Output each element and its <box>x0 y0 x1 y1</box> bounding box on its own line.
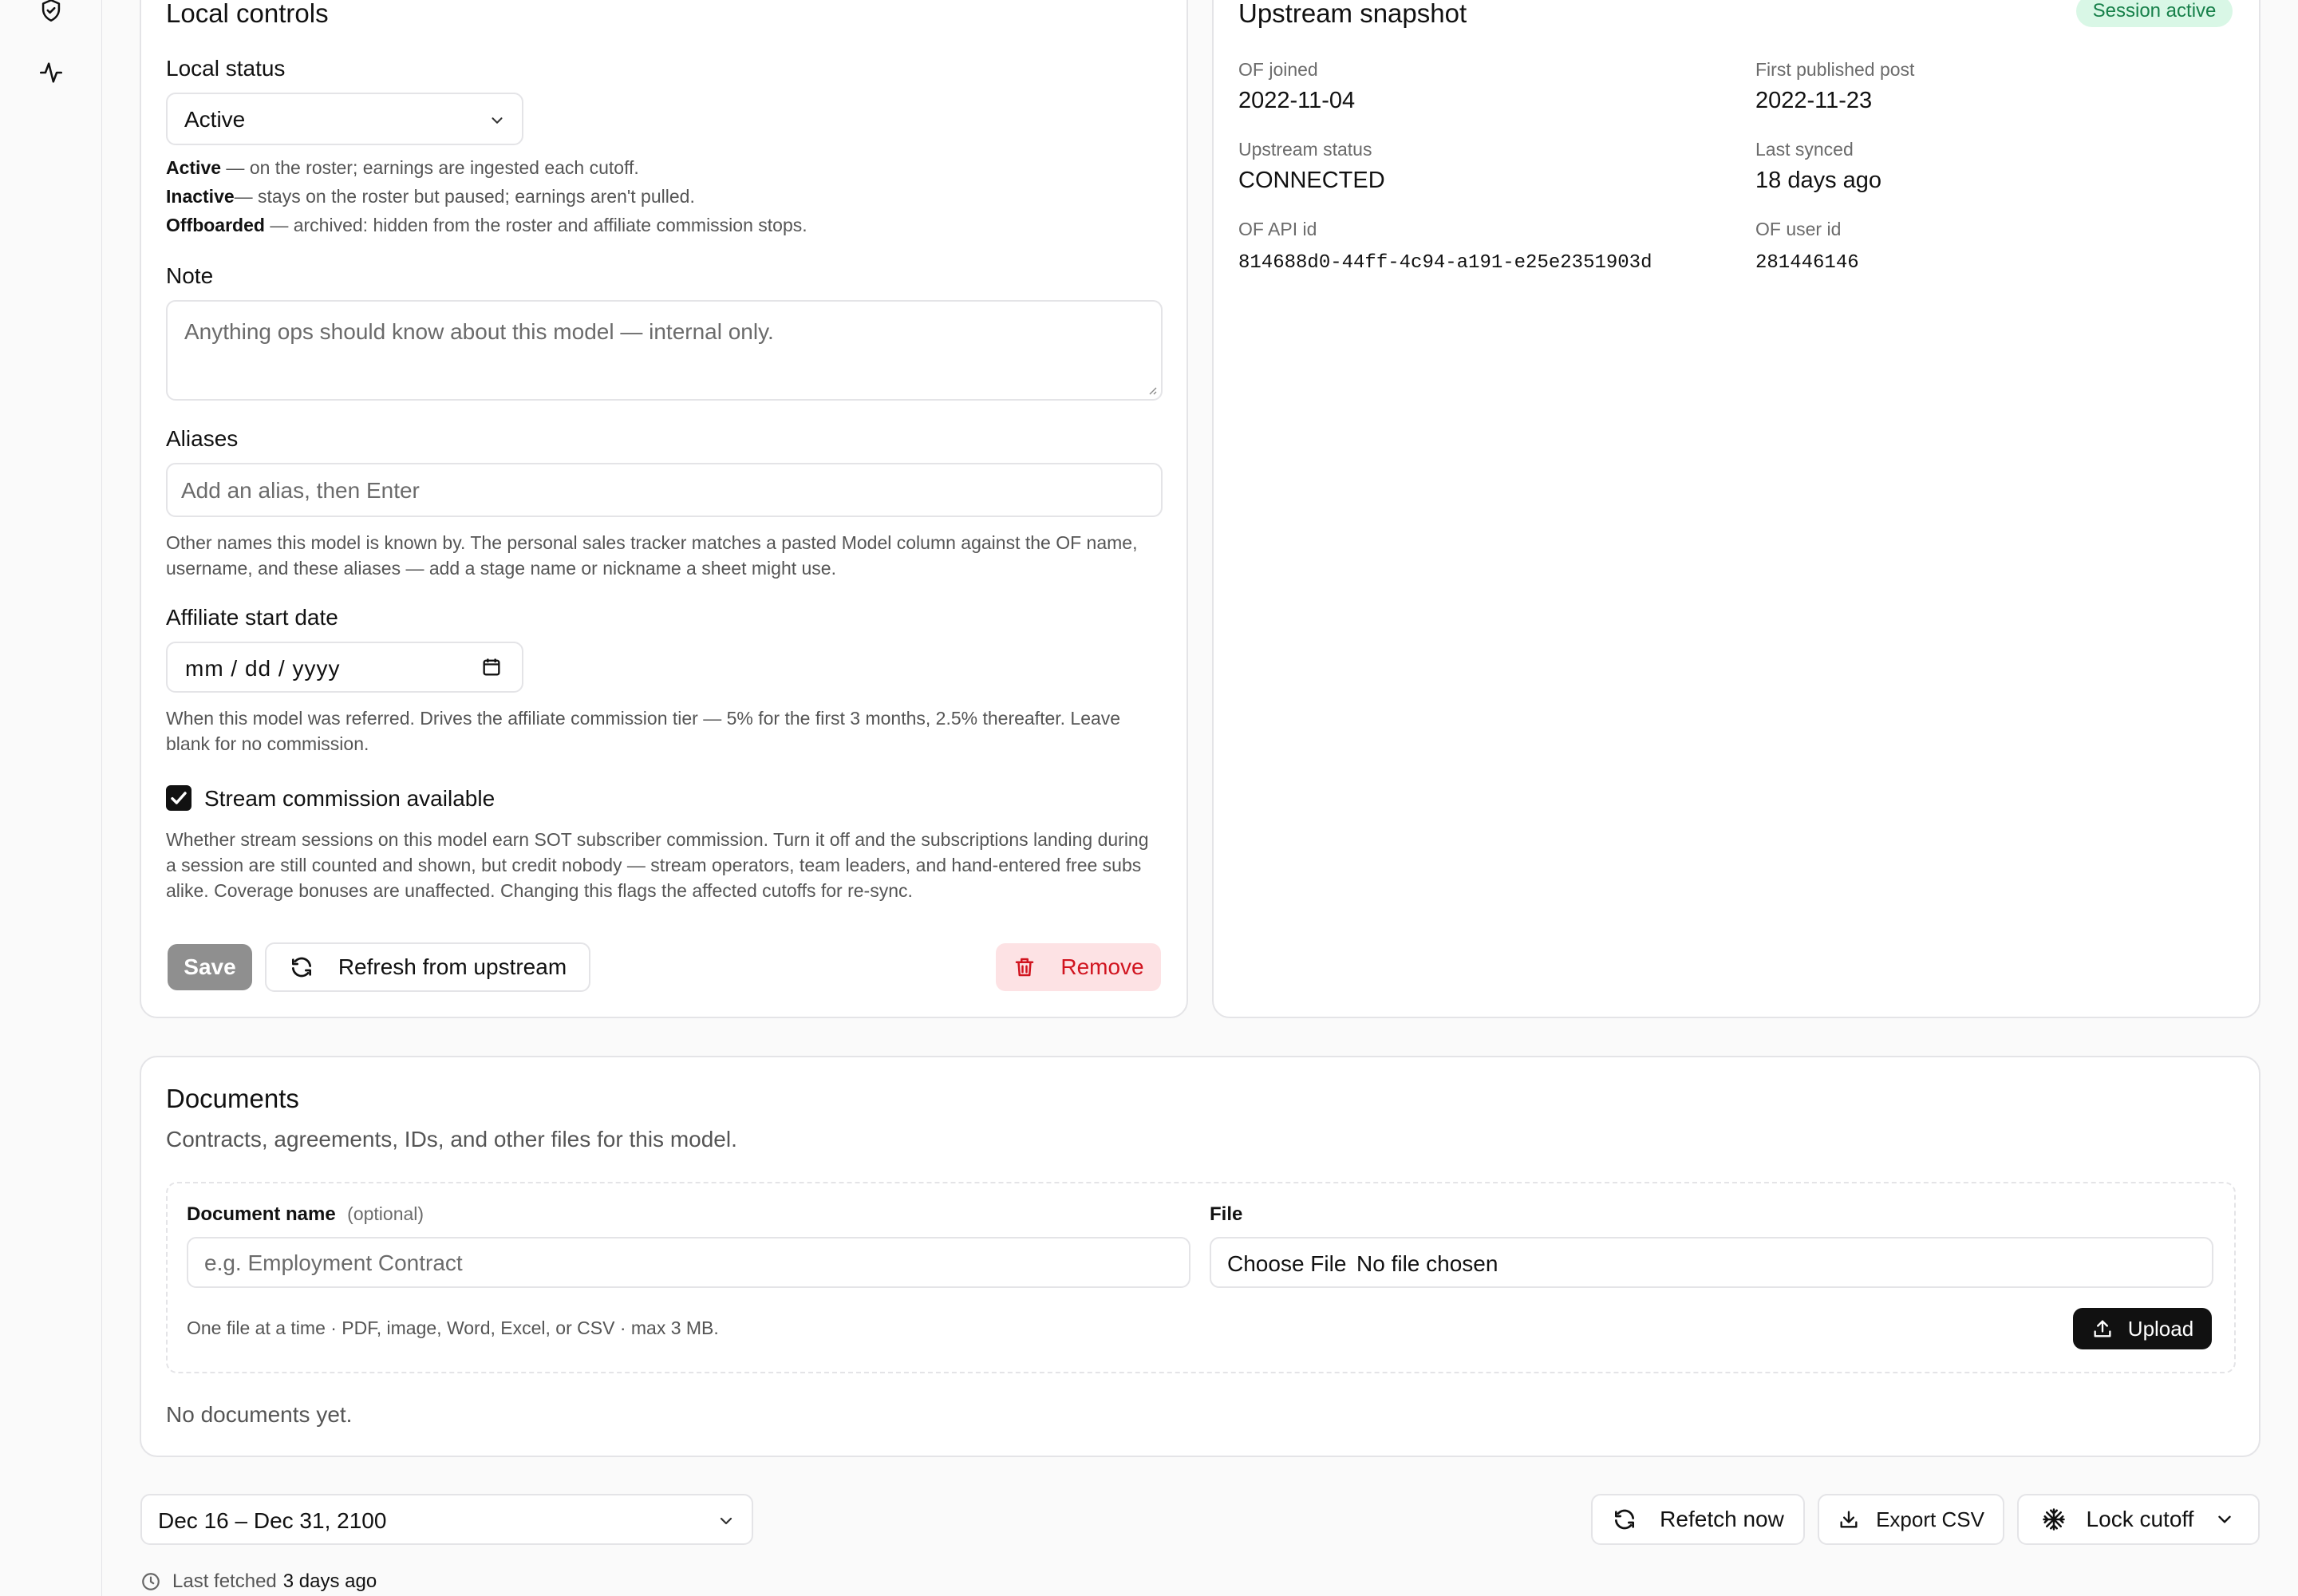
file-status-text: No file chosen <box>1356 1251 1498 1276</box>
upstream-status-value: CONNECTED <box>1238 168 1385 193</box>
choose-file-button[interactable]: Choose File <box>1227 1251 1346 1277</box>
chevron-down-icon <box>492 117 503 124</box>
check-icon <box>171 792 187 804</box>
upload-icon <box>2094 1320 2111 1337</box>
documents-title: Documents <box>166 1084 299 1113</box>
last-synced-label: Last synced <box>1755 139 1854 160</box>
trash-icon <box>1016 958 1034 977</box>
document-name-input[interactable]: e.g. Employment Contract <box>187 1237 1190 1288</box>
document-name-label: Document name (optional) <box>187 1203 424 1225</box>
session-status-badge: Session active <box>2076 0 2233 27</box>
of-joined-value: 2022-11-04 <box>1238 88 1356 113</box>
stream-commission-help: Whether stream sessions on this model ea… <box>166 829 1149 901</box>
sidebar <box>0 0 102 1596</box>
calendar-icon[interactable] <box>480 656 503 678</box>
of-joined-label: OF joined <box>1238 59 1318 80</box>
refresh-icon <box>291 957 311 978</box>
clock-icon <box>142 1573 160 1590</box>
local-controls-title: Local controls <box>166 0 329 28</box>
download-icon <box>1840 1511 1858 1528</box>
remove-button[interactable]: Remove <box>996 943 1161 991</box>
local-status-label: Local status <box>166 56 286 81</box>
refetch-now-button[interactable]: Refetch now <box>1591 1494 1805 1545</box>
first-published-post-label: First published post <box>1755 59 1915 80</box>
documents-empty-state: No documents yet. <box>166 1402 353 1427</box>
last-synced-value: 18 days ago <box>1755 168 1882 193</box>
chevron-down-icon <box>720 1517 732 1525</box>
resize-handle-icon[interactable] <box>1145 383 1158 396</box>
file-input[interactable]: Choose File No file chosen <box>1210 1237 2213 1288</box>
shield-check-icon[interactable] <box>38 0 65 24</box>
save-button[interactable]: Save <box>168 944 252 990</box>
local-status-select[interactable]: Active <box>166 93 523 145</box>
stream-commission-checkbox[interactable] <box>166 785 192 811</box>
upstream-status-label: Upstream status <box>1238 139 1372 160</box>
affiliate-start-label: Affiliate start date <box>166 605 338 630</box>
upstream-title: Upstream snapshot <box>1238 0 1467 28</box>
export-csv-button[interactable]: Export CSV <box>1818 1494 2004 1545</box>
of-api-id-label: OF API id <box>1238 219 1317 239</box>
lock-cutoff-button[interactable]: Lock cutoff <box>2017 1494 2260 1545</box>
refresh-icon <box>1615 1509 1635 1530</box>
of-user-id-value: 281446146 <box>1755 252 1859 274</box>
of-user-id-label: OF user id <box>1755 219 1842 239</box>
aliases-label: Aliases <box>166 426 239 451</box>
chevron-down-icon[interactable] <box>2214 1509 2235 1530</box>
documents-subtitle: Contracts, agreements, IDs, and other fi… <box>166 1127 737 1152</box>
upload-button[interactable]: Upload <box>2073 1308 2212 1349</box>
aliases-input[interactable]: Add an alias, then Enter <box>166 463 1163 517</box>
stream-commission-label[interactable]: Stream commission available <box>204 786 495 812</box>
of-api-id-value: 814688d0-44ff-4c94-a191-e25e2351903d <box>1238 252 1652 274</box>
file-label: File <box>1210 1203 1243 1225</box>
affiliate-help: When this model was referred. Drives the… <box>166 708 1121 754</box>
refresh-from-upstream-button[interactable]: Refresh from upstream <box>265 942 590 992</box>
last-fetched: Last fetched 3 days ago <box>140 1570 377 1593</box>
activity-icon[interactable] <box>38 59 65 86</box>
note-textarea[interactable]: Anything ops should know about this mode… <box>166 300 1163 401</box>
snowflake-icon <box>2042 1508 2065 1531</box>
aliases-help: Other names this model is known by. The … <box>166 532 1138 579</box>
upload-help: One file at a time · PDF, image, Word, E… <box>187 1317 719 1338</box>
note-label: Note <box>166 263 214 288</box>
affiliate-start-date-input[interactable]: mm / dd / yyyy <box>166 642 523 693</box>
status-help: Active — on the roster; earnings are ing… <box>166 157 807 235</box>
first-published-post-value: 2022-11-23 <box>1755 88 1873 113</box>
date-range-select[interactable]: Dec 16 – Dec 31, 2100 <box>140 1494 753 1545</box>
